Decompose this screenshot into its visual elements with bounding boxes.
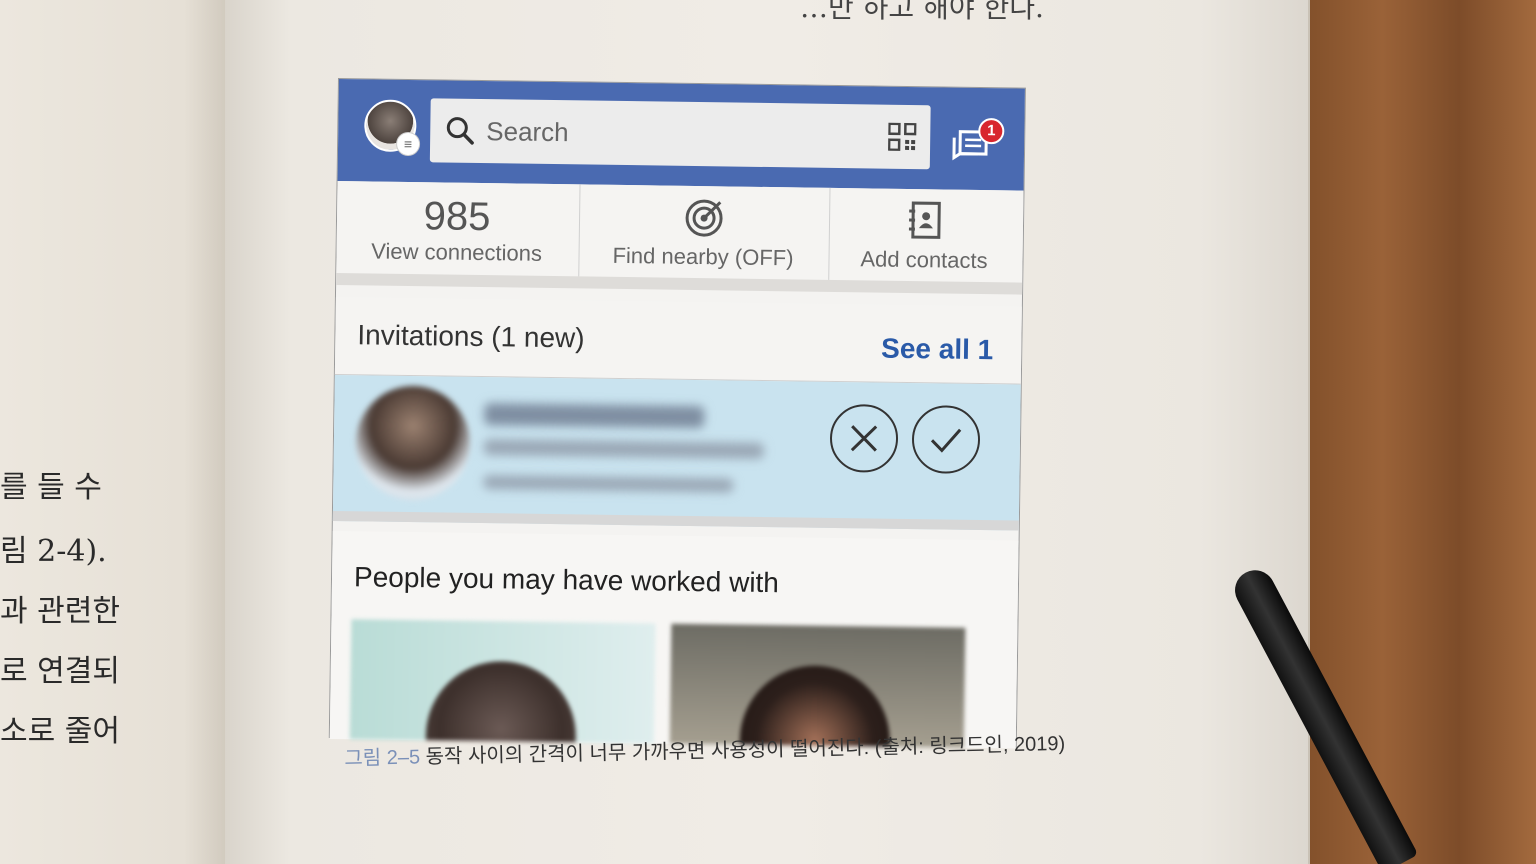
add-contacts-button[interactable]: Add contacts (828, 187, 1020, 283)
inviter-name-blurred (484, 403, 705, 429)
inviter-headline-blurred (483, 439, 764, 459)
invitations-header: Invitations (1 new) See all 1 (334, 296, 1022, 385)
qr-code-icon[interactable] (888, 122, 917, 152)
left-book-page: 를 들 수 림 2-4). 과 관련한 로 연결되 소로 줄어 (0, 0, 230, 864)
left-text-line: 과 관련한 (0, 594, 120, 629)
view-connections-button[interactable]: 985 View connections (336, 181, 577, 276)
left-text-line: 림 2-4). (0, 534, 107, 569)
add-contacts-label: Add contacts (860, 246, 988, 274)
invitation-row[interactable] (332, 374, 1021, 531)
left-text-line: 소로 줄어 (0, 714, 120, 749)
left-text-line: 로 연결되 (0, 654, 120, 689)
linkedin-screenshot-figure: ≡ 1 985 (328, 78, 1026, 749)
ignore-invitation-button[interactable] (829, 403, 899, 473)
suggested-person-photo (424, 660, 577, 744)
people-section-title: People you may have worked with (353, 561, 780, 599)
contacts-book-icon (908, 201, 941, 239)
network-stats: 985 View connections Find nearby (OFF) A… (336, 181, 1024, 295)
search-bar[interactable] (429, 98, 931, 170)
find-nearby-label: Find nearby (OFF) (612, 242, 794, 271)
caption-number: 그림 2–5 (344, 746, 421, 770)
radar-icon (685, 199, 723, 237)
close-icon (850, 425, 878, 452)
view-connections-label: View connections (371, 238, 543, 266)
search-input[interactable] (485, 99, 847, 169)
accept-invitation-button[interactable] (911, 405, 981, 474)
people-you-may-know-section: People you may have worked with (329, 530, 1019, 749)
app-header: ≡ 1 (337, 79, 1025, 191)
menu-icon[interactable]: ≡ (395, 131, 421, 157)
check-icon (930, 428, 962, 453)
invitations-title: Invitations (1 new) (357, 319, 585, 354)
see-all-link[interactable]: See all 1 (881, 333, 994, 367)
inviter-mutual-blurred (483, 475, 734, 493)
page-top-text: …만 하고 해야 한다. (800, 0, 1044, 24)
suggested-person-card[interactable] (349, 619, 656, 744)
connections-count: 985 (423, 194, 491, 240)
notification-badge: 1 (978, 117, 1005, 145)
left-text-line: 를 들 수 (0, 470, 102, 505)
find-nearby-button[interactable]: Find nearby (OFF) (578, 184, 828, 280)
inviter-avatar[interactable] (355, 385, 471, 501)
search-icon (446, 117, 474, 145)
